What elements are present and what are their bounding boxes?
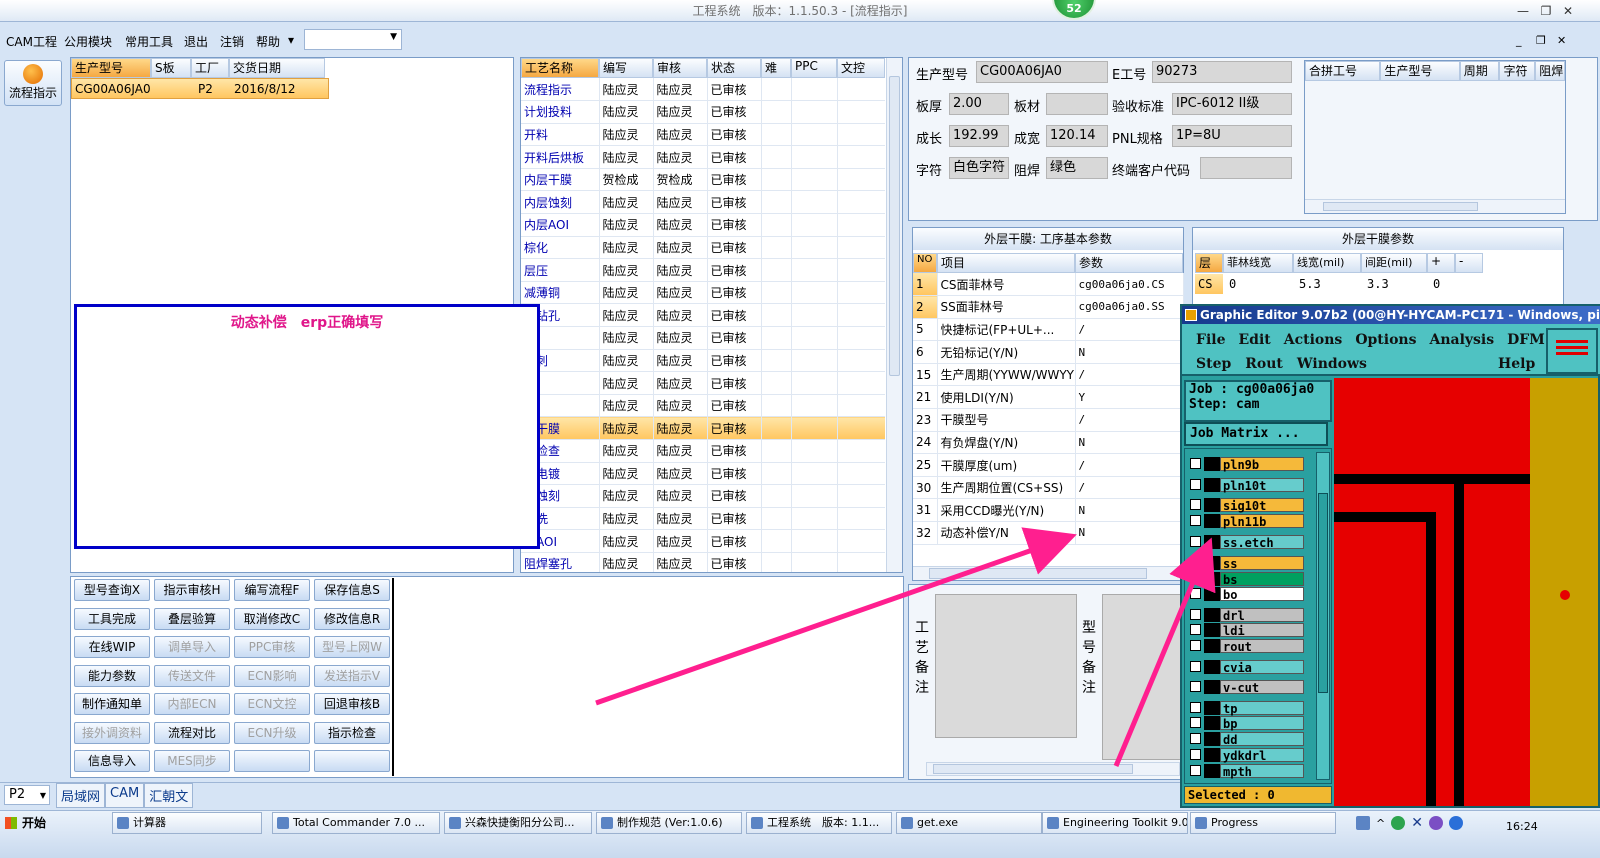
start-button[interactable]: 开始 [2, 812, 54, 834]
taskbar-item[interactable]: Progress [1190, 812, 1336, 834]
taskbar-item[interactable]: 兴森快捷衡阳分公司... [444, 812, 592, 834]
taskbar-item[interactable]: 计算器 [112, 812, 262, 834]
start-label: 开始 [22, 816, 47, 830]
tray-network-icon[interactable] [1428, 816, 1443, 830]
taskbar-item[interactable]: 工程系统 版本: 1.1... [746, 812, 892, 834]
system-tray: ^ ✕ [1356, 812, 1498, 834]
taskbar-item[interactable]: get.exe [896, 812, 1042, 834]
taskbar-item[interactable]: Engineering Toolkit 9.0... [1042, 812, 1188, 834]
annotation-arrows [595, 527, 1216, 767]
tray-tools-icon[interactable]: ✕ [1411, 815, 1423, 831]
tray-expand-icon[interactable]: ^ [1376, 817, 1385, 830]
arrow-to-layer [1113, 537, 1216, 767]
taskbar-item[interactable]: Total Commander 7.0 ... [272, 812, 440, 834]
taskbar-item[interactable]: 制作规范 (Ver:1.0.6) [596, 812, 742, 834]
clock: 16:24 [1506, 820, 1538, 833]
tray-app-icon[interactable] [1356, 816, 1370, 830]
windows-logo-icon [5, 817, 17, 829]
tray-refresh-icon[interactable] [1391, 816, 1406, 830]
bluetooth-icon[interactable] [1448, 816, 1463, 830]
arrow-to-param [595, 527, 1077, 706]
